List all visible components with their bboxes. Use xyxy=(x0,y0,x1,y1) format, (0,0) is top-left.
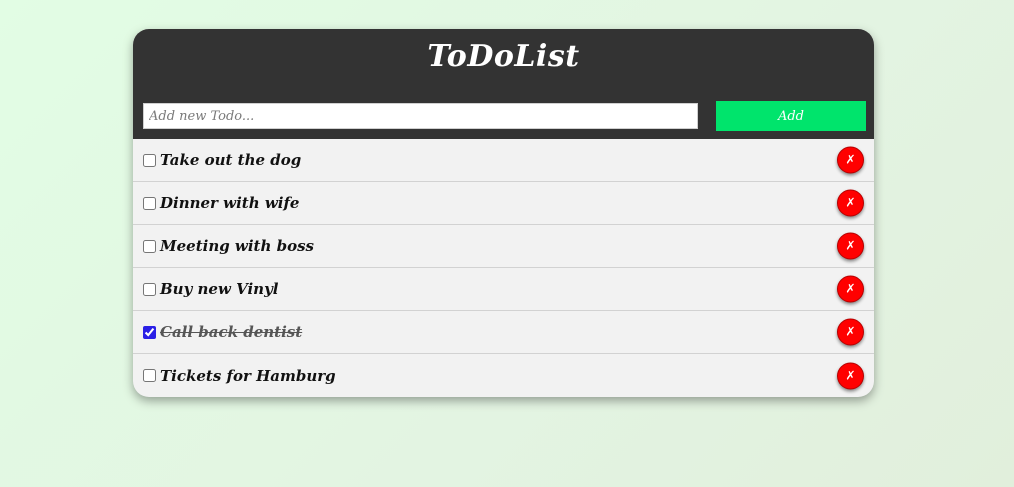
delete-button[interactable]: ✗ xyxy=(837,275,864,303)
delete-button[interactable]: ✗ xyxy=(837,146,864,174)
todo-checkbox[interactable] xyxy=(143,325,156,339)
todo-text: Tickets for Hamburg xyxy=(160,366,336,385)
todo-text: Dinner with wife xyxy=(160,194,300,212)
todo-item: Buy new Vinyl ✗ xyxy=(133,268,874,311)
todo-app: ToDoList Add Take out the dog ✗ Dinner w… xyxy=(133,29,874,397)
todo-text: Buy new Vinyl xyxy=(160,280,279,298)
delete-button[interactable]: ✗ xyxy=(837,318,864,346)
todo-list: Take out the dog ✗ Dinner with wife ✗ Me… xyxy=(133,139,874,397)
todo-item: Dinner with wife ✗ xyxy=(133,182,874,225)
todo-checkbox[interactable] xyxy=(143,196,156,210)
todo-text: Call back dentist xyxy=(160,323,303,341)
new-todo-input[interactable] xyxy=(143,103,698,129)
todo-checkbox[interactable] xyxy=(143,153,156,167)
todo-checkbox[interactable] xyxy=(143,369,156,382)
add-button[interactable]: Add xyxy=(716,101,866,131)
todo-item: Tickets for Hamburg ✗ xyxy=(133,354,874,397)
app-title: ToDoList xyxy=(427,39,580,74)
todo-checkbox[interactable] xyxy=(143,239,156,253)
delete-button[interactable]: ✗ xyxy=(837,232,864,260)
todo-item: Meeting with boss ✗ xyxy=(133,225,874,268)
todo-item: Take out the dog ✗ xyxy=(133,139,874,182)
app-header: ToDoList Add xyxy=(133,29,874,139)
delete-button[interactable]: ✗ xyxy=(837,362,864,389)
todo-text: Meeting with boss xyxy=(160,237,314,255)
delete-button[interactable]: ✗ xyxy=(837,189,864,217)
todo-item: Call back dentist ✗ xyxy=(133,311,874,354)
todo-text: Take out the dog xyxy=(160,151,302,169)
todo-checkbox[interactable] xyxy=(143,282,156,296)
